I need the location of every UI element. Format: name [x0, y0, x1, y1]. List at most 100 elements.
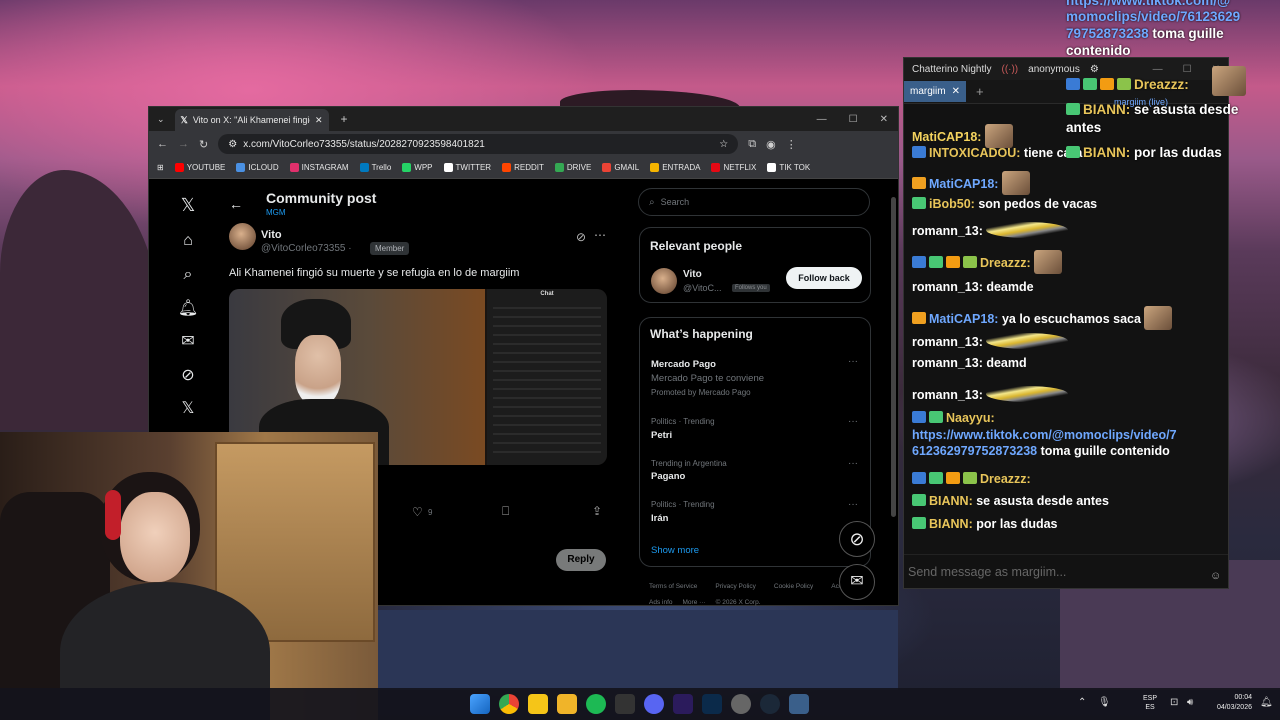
footer-link[interactable]: Privacy Policy [715, 579, 755, 595]
extensions-icon[interactable]: ⧉ [748, 138, 756, 151]
chat-username[interactable]: MatiCAP18: [929, 177, 998, 191]
chat-username[interactable]: MatiCAP18: [912, 130, 981, 144]
bookmark-icon[interactable]: ⎕ [502, 504, 509, 519]
photoshop-icon[interactable] [702, 694, 722, 714]
like-icon[interactable]: ♡ [412, 505, 423, 519]
bookmark-item[interactable]: WPP [402, 163, 433, 172]
messages-icon[interactable]: ✉ [177, 331, 199, 353]
search-icon[interactable]: ⌕ [177, 264, 199, 286]
community-name[interactable]: MGM [266, 208, 286, 217]
chatterino-icon[interactable] [789, 694, 809, 714]
reload-icon[interactable]: ↻ [199, 138, 208, 151]
apps-icon[interactable]: ⊞ [157, 163, 164, 172]
share-icon[interactable]: ⇪ [592, 504, 602, 518]
trend-name[interactable]: Petri [651, 430, 672, 441]
notifications-icon[interactable]: 🔔︎ [177, 298, 199, 320]
bookmark-star-icon[interactable]: ☆ [719, 139, 728, 150]
person-name[interactable]: Vito [683, 269, 702, 280]
show-more-link[interactable]: Show more [651, 545, 699, 556]
chat-username[interactable]: Dreazzz: [980, 256, 1031, 270]
notes-icon[interactable] [528, 694, 548, 714]
avatar[interactable] [651, 268, 677, 294]
language-indicator[interactable]: ESP ES [1143, 694, 1157, 712]
chat-username[interactable]: iBob50: [929, 197, 975, 211]
chrome-icon[interactable] [499, 694, 519, 714]
start-icon[interactable] [470, 694, 490, 714]
chat-username[interactable]: romann_13: [912, 356, 983, 370]
tray-expand-icon[interactable]: ⌃ [1078, 697, 1086, 708]
avatar[interactable] [229, 223, 256, 250]
profile-icon[interactable]: ◉ [766, 138, 776, 151]
chat-username[interactable]: romann_13: [912, 224, 983, 238]
follow-back-button[interactable]: Follow back [786, 267, 862, 289]
close-window-icon[interactable]: ✕ [880, 114, 888, 125]
network-icon[interactable]: ⊡ [1170, 697, 1178, 708]
search-input[interactable]: ⌕ Search [638, 188, 870, 216]
volume-icon[interactable]: 🔊︎ [1187, 697, 1193, 708]
chat-username[interactable]: BIANN: [929, 517, 973, 531]
site-info-icon[interactable]: ⚙ [228, 139, 237, 150]
grok-icon[interactable]: ⊘ [576, 230, 586, 244]
chat-username[interactable]: Naayyu: [946, 411, 995, 425]
new-tab-icon[interactable]: + [341, 112, 348, 126]
footer-link[interactable]: Ads info [649, 595, 673, 611]
premium-icon[interactable]: 𝕏 [177, 398, 199, 420]
reply-button[interactable]: Reply [556, 549, 606, 571]
grok-fab-icon[interactable]: ⊘ [839, 521, 875, 557]
bookmark-item[interactable]: REDDIT [502, 163, 544, 172]
x-logo-icon[interactable]: 𝕏 [177, 194, 199, 216]
close-tab-icon[interactable]: ✕ [952, 86, 960, 97]
folder-icon[interactable] [557, 694, 577, 714]
footer-link[interactable]: Cookie Policy [774, 579, 813, 595]
tab-list-icon[interactable]: ⌄ [157, 114, 165, 125]
emoji-icon[interactable]: ☺ [1210, 570, 1221, 582]
address-bar[interactable]: ⚙ x.com/VitoCorleo73355/status/202827092… [218, 134, 739, 154]
close-tab-icon[interactable]: ✕ [315, 115, 323, 126]
trend-more-icon[interactable]: ··· [848, 499, 858, 510]
chat-username[interactable]: romann_13: [912, 335, 983, 349]
bookmark-item[interactable]: Trello [359, 163, 391, 172]
chat-username[interactable]: INTOXICADOU: [929, 146, 1020, 160]
premiere-icon[interactable] [673, 694, 693, 714]
notification-bell-icon[interactable]: 🔔︎ [1260, 697, 1273, 708]
add-tab-icon[interactable]: + [976, 84, 984, 99]
footer-link[interactable]: More ··· [683, 595, 706, 611]
trend-name[interactable]: Pagano [651, 471, 685, 482]
trend-name[interactable]: Mercado Pago [651, 359, 716, 370]
bookmark-item[interactable]: ENTRADA [650, 163, 700, 172]
chat-link[interactable]: https://www.tiktok.com/@momoclips/video/… [912, 428, 1177, 442]
mic-icon[interactable]: 🎙︎ [1098, 697, 1111, 708]
minimize-icon[interactable]: — [817, 114, 827, 125]
bookmark-item[interactable]: TWITTER [443, 163, 491, 172]
scrollbar[interactable] [891, 197, 896, 517]
message-input[interactable]: Send message as margiim... [904, 554, 1228, 588]
menu-icon[interactable]: ⋮ [786, 138, 797, 151]
author-handle[interactable]: @VitoCorleo73355 · [261, 243, 352, 254]
steam-icon[interactable] [760, 694, 780, 714]
trend-name[interactable]: Irán [651, 513, 668, 524]
bookmark-item[interactable]: TIK TOK [767, 163, 810, 172]
trend-more-icon[interactable]: ··· [848, 356, 858, 367]
clock[interactable]: 00:04 04/03/2026 [1208, 693, 1252, 713]
maximize-icon[interactable]: ☐ [849, 114, 858, 125]
chat-link[interactable]: 612362979752873238 [912, 444, 1037, 458]
grok-icon[interactable]: ⊘ [177, 365, 199, 387]
messages-fab-icon[interactable]: ✉ [839, 564, 875, 600]
spotify-icon[interactable] [586, 694, 606, 714]
trend-more-icon[interactable]: ··· [848, 416, 858, 427]
bookmark-item[interactable]: DRIVE [554, 163, 591, 172]
more-icon[interactable]: ⋯ [594, 228, 606, 242]
chat-username[interactable]: romann_13: [912, 388, 983, 402]
bookmark-item[interactable]: NETFLIX [711, 163, 756, 172]
chat-username[interactable]: Dreazzz: [980, 472, 1031, 486]
obs-icon[interactable] [731, 694, 751, 714]
bookmark-item[interactable]: YOUTUBE [174, 163, 225, 172]
channel-tab[interactable]: margiim ✕ [904, 81, 966, 102]
back-arrow-icon[interactable]: ← [229, 196, 243, 212]
chat-username[interactable]: MatiCAP18: [929, 312, 998, 326]
bookmark-item[interactable]: GMAIL [602, 163, 639, 172]
bookmark-item[interactable]: INSTAGRAM [289, 163, 349, 172]
person-handle[interactable]: @VitoC... [683, 283, 721, 293]
home-icon[interactable]: ⌂ [177, 230, 199, 252]
bookmark-item[interactable]: ICLOUD [236, 163, 279, 172]
